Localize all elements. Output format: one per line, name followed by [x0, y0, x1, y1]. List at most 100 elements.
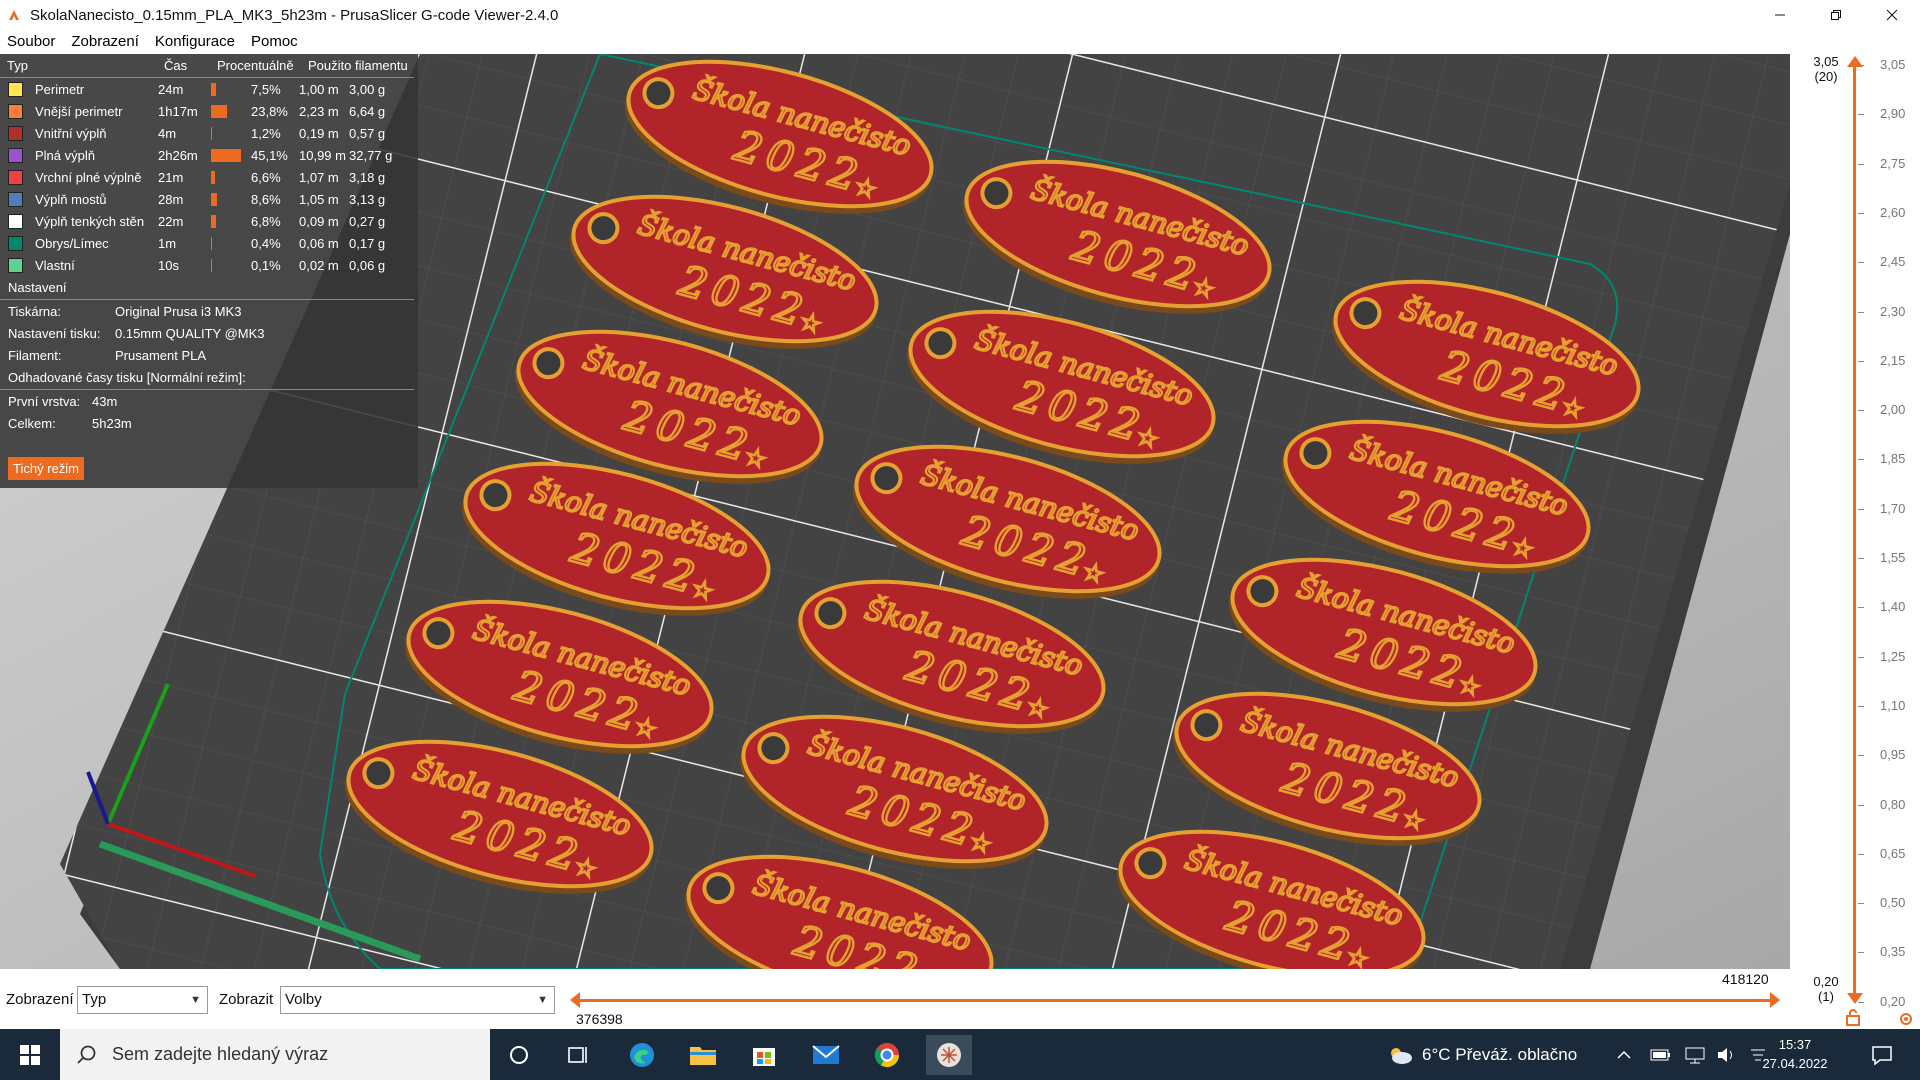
- first-layer-row: První vrstva: 43m: [0, 390, 418, 412]
- menu-zobrazeni[interactable]: Zobrazení: [63, 30, 147, 54]
- first-layer-value: 43m: [92, 393, 118, 409]
- menu-soubor[interactable]: Soubor: [0, 30, 63, 54]
- percent-value: 7,5%: [251, 81, 281, 97]
- menu-bar: Soubor Zobrazení Konfigurace Pomoc: [0, 30, 1920, 54]
- search-icon: [77, 1045, 96, 1064]
- percent-value: 45,1%: [251, 147, 288, 163]
- battery-icon[interactable]: [1650, 1048, 1672, 1062]
- percent-bar-wrap: [211, 214, 251, 228]
- show-label: Zobrazit: [219, 991, 274, 1008]
- quiet-mode-button[interactable]: Tichý režim: [8, 457, 84, 480]
- legend-row[interactable]: Obrys/Límec 1m 0,4% 0,06 m 0,17 g: [0, 232, 418, 254]
- task-view-button[interactable]: [556, 1035, 602, 1075]
- clock-time: 15:37: [1778, 1037, 1812, 1052]
- tick-label: 0,20: [1880, 993, 1906, 1009]
- length-value: 1,00 m: [299, 81, 339, 97]
- legend-row[interactable]: Vnitřní výplň 4m 1,2% 0,19 m 0,57 g: [0, 122, 418, 144]
- tick-label: 0,95: [1880, 747, 1906, 763]
- weight-value: 0,06 g: [349, 257, 386, 273]
- tick-label: 2,90: [1880, 106, 1906, 122]
- percent-bar: [211, 82, 216, 96]
- moves-slider-left-thumb[interactable]: [570, 992, 580, 1008]
- legend-row[interactable]: Vnější perimetr 1h17m 23,8% 2,23 m 6,64 g: [0, 100, 418, 122]
- view-type-select[interactable]: Typ ▼: [77, 986, 208, 1014]
- total-row: Celkem: 5h23m: [0, 412, 418, 434]
- prusaslicer-taskbar-button[interactable]: [926, 1035, 972, 1075]
- window-title: SkolaNanecisto_0.15mm_PLA_MK3_5h23m - Pr…: [30, 6, 559, 24]
- tick-label: 1,10: [1880, 697, 1906, 713]
- layer-bottom-value: 0,20 (1): [1806, 974, 1846, 1004]
- moves-slider-right-thumb[interactable]: [1770, 992, 1780, 1008]
- moves-min-value: 376398: [576, 1011, 623, 1027]
- start-button[interactable]: [0, 1029, 60, 1080]
- taskbar-search[interactable]: Sem zadejte hledaný výraz: [60, 1029, 490, 1080]
- settings-cog-icon[interactable]: [1898, 1011, 1914, 1027]
- legend-row[interactable]: Výplň mostů 28m 8,6% 1,05 m 3,13 g: [0, 188, 418, 210]
- chevron-up-icon[interactable]: [1616, 1047, 1632, 1063]
- close-button[interactable]: [1864, 0, 1920, 30]
- color-swatch: [8, 81, 23, 97]
- network-icon[interactable]: [1684, 1046, 1706, 1064]
- tick-dash: [1858, 508, 1864, 510]
- weather-widget[interactable]: 6°C Převáž. oblačno: [1386, 1029, 1577, 1080]
- type-label: Vnitřní výplň: [35, 125, 107, 141]
- menu-konfigurace[interactable]: Konfigurace: [147, 30, 243, 54]
- tick-dash: [1858, 360, 1864, 362]
- mail-button[interactable]: [803, 1035, 849, 1075]
- weight-value: 3,00 g: [349, 81, 386, 97]
- volume-icon[interactable]: [1716, 1046, 1738, 1064]
- prusaslicer-app-icon: [9, 10, 19, 20]
- store-icon: [753, 1048, 775, 1066]
- prusa-gcode-viewer-icon: [937, 1043, 961, 1067]
- file-explorer-button[interactable]: [680, 1035, 726, 1075]
- legend-row[interactable]: Plná výplň 2h26m 45,1% 10,99 m 32,77 g: [0, 144, 418, 166]
- legend-type: Vrchní plné výplně: [8, 169, 158, 185]
- legend-row[interactable]: Výplň tenkých stěn 22m 6,8% 0,09 m 0,27 g: [0, 210, 418, 232]
- time-value: 24m: [158, 81, 184, 97]
- length-value: 0,02 m: [299, 257, 339, 273]
- layer-top-value: 3,05 (20): [1806, 54, 1846, 84]
- percent-value: 6,6%: [251, 169, 281, 185]
- printer-label: Tiskárna:: [8, 303, 61, 319]
- tick-label: 2,15: [1880, 352, 1906, 368]
- store-button[interactable]: [741, 1035, 787, 1075]
- percent-bar-wrap: [211, 192, 251, 206]
- col-type: Typ: [7, 58, 28, 73]
- legend-row[interactable]: Vlastní 10s 0,1% 0,02 m 0,06 g: [0, 254, 418, 276]
- menu-pomoc[interactable]: Pomoc: [243, 30, 306, 54]
- edge-taskbar-button[interactable]: [619, 1035, 665, 1075]
- clock-date: 27.04.2022: [1762, 1056, 1828, 1071]
- layer-top-number: (20): [1814, 69, 1838, 84]
- type-label: Obrys/Límec: [35, 235, 109, 251]
- tick-label: 0,50: [1880, 895, 1906, 911]
- filament-value: Prusament PLA: [115, 347, 207, 363]
- weight-value: 3,18 g: [349, 169, 386, 185]
- weight-value: 0,57 g: [349, 125, 386, 141]
- chevron-down-icon: ▼: [537, 994, 548, 1006]
- layer-slider-track[interactable]: [1853, 64, 1856, 999]
- chrome-button[interactable]: [864, 1035, 910, 1075]
- legend-row[interactable]: Vrchní plné výplně 21m 6,6% 1,07 m 3,18 g: [0, 166, 418, 188]
- notifications-button[interactable]: [1859, 1035, 1905, 1075]
- layer-lower-thumb[interactable]: [1846, 992, 1864, 1006]
- restore-button[interactable]: [1808, 0, 1864, 30]
- legend-type: Obrys/Límec: [8, 235, 158, 251]
- layer-slider[interactable]: 3,05 (20) 3,05 2,90 2,75 2,60 2,45 2,30 2,15 2,0…: [1790, 54, 1920, 1029]
- lock-icon[interactable]: [1845, 1008, 1861, 1026]
- percent-value: 0,4%: [251, 235, 281, 251]
- percent-value: 6,8%: [251, 213, 281, 229]
- notification-icon: [1872, 1046, 1892, 1066]
- type-label: Vrchní plné výplně: [35, 169, 142, 185]
- taskbar-clock[interactable]: 15:37 27.04.2022: [1745, 1035, 1845, 1073]
- moves-max-value: 418120: [1722, 971, 1769, 987]
- minimize-button[interactable]: [1752, 0, 1808, 30]
- moves-slider-track[interactable]: [573, 999, 1778, 1002]
- show-options-select[interactable]: Volby ▼: [280, 986, 555, 1014]
- total-label: Celkem:: [8, 415, 56, 431]
- tick-label: 2,60: [1880, 204, 1906, 220]
- weight-value: 6,64 g: [349, 103, 386, 119]
- percent-bar-wrap: [211, 236, 251, 250]
- legend-row[interactable]: Perimetr 24m 7,5% 1,00 m 3,00 g: [0, 78, 418, 100]
- cortana-button[interactable]: [496, 1035, 542, 1075]
- legend-panel: Typ Čas Procentuálně Použito filamentu P…: [0, 54, 418, 488]
